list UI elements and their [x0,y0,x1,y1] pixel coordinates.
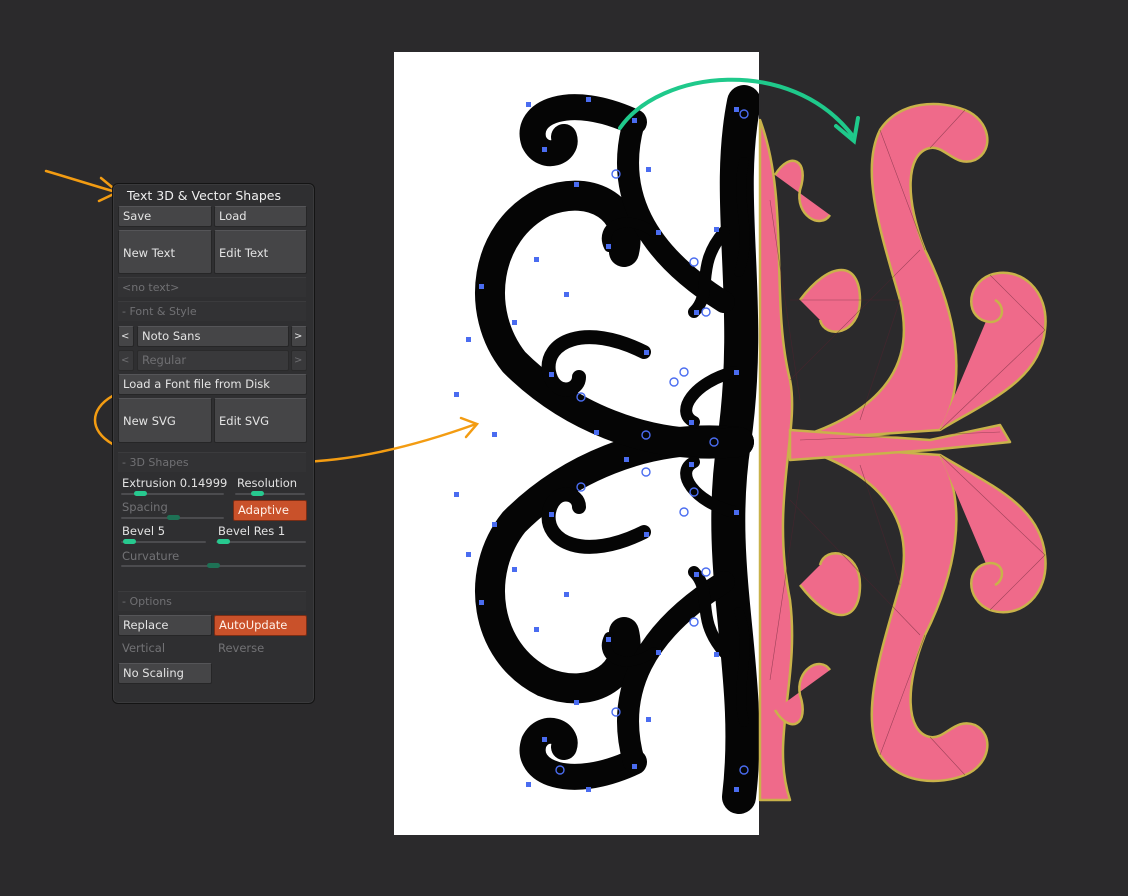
3d-shapes-header[interactable]: - 3D Shapes [118,452,306,472]
bevel-res-slider[interactable] [216,539,306,544]
font-name-field[interactable]: Noto Sans [137,326,289,347]
extrusion-label[interactable]: Extrusion 0.14999 [122,476,227,490]
new-svg-label: New SVG [123,414,176,428]
edit-svg-button[interactable]: Edit SVG [214,398,307,443]
curvature-slider[interactable] [121,563,306,568]
resolution-slider[interactable] [235,491,305,496]
resolution-knob[interactable] [251,491,264,496]
edit-svg-label: Edit SVG [219,414,270,428]
font-next-button[interactable]: > I [291,326,307,347]
bevel-slider[interactable] [121,539,206,544]
text3d-vector-shapes-panel: Text 3D & Vector Shapes Save Load New Te… [112,183,315,704]
no-text-field[interactable]: <no text> [118,277,306,297]
green-curve-arrow-icon [618,77,860,145]
no-scaling-button[interactable]: No Scaling [118,663,212,684]
spacing-label[interactable]: Spacing [122,500,168,514]
curvature-label[interactable]: Curvature [122,549,179,563]
new-text-button[interactable]: New Text [118,230,212,274]
extrusion-value: 0.14999 [179,476,228,490]
font-style-header[interactable]: - Font & Style [118,301,306,321]
spacing-slider[interactable] [121,515,224,520]
font-prev-button[interactable]: < I [118,326,134,347]
edit-text-label: Edit Text [219,246,269,260]
weight-prev-button[interactable]: < I [118,350,134,371]
bevel-res-label[interactable]: Bevel Res 1 [218,524,285,538]
font-weight-field[interactable]: Regular [137,350,289,371]
curvature-knob[interactable] [207,563,220,568]
orange-arrow-icon [44,169,121,203]
replace-button[interactable]: Replace [118,615,212,636]
panel-title: Text 3D & Vector Shapes [127,188,281,203]
bevel-res-value: 1 [277,524,286,538]
bevel-value: 5 [157,524,166,538]
vertical-toggle[interactable]: Vertical [122,641,165,655]
bevel-res-knob[interactable] [217,539,230,544]
stage: Text 3D & Vector Shapes Save Load New Te… [0,0,1128,896]
extrusion-knob[interactable] [134,491,147,496]
bevel-label[interactable]: Bevel 5 [122,524,165,538]
new-text-label: New Text [123,246,175,260]
save-button[interactable]: Save [118,206,212,227]
reverse-toggle[interactable]: Reverse [218,641,264,655]
options-header[interactable]: - Options [118,591,306,611]
weight-next-button[interactable]: > I [291,350,307,371]
load-font-button[interactable]: Load a Font file from Disk [118,374,307,395]
bevel-knob[interactable] [123,539,136,544]
resolution-label[interactable]: Resolution [237,476,297,490]
load-button[interactable]: Load [214,206,307,227]
edit-text-button[interactable]: Edit Text [214,230,307,274]
extrusion-slider[interactable] [121,491,224,496]
new-svg-button[interactable]: New SVG [118,398,212,443]
adaptive-toggle[interactable]: Adaptive [233,500,307,521]
spacing-knob[interactable] [167,515,180,520]
autoupdate-toggle[interactable]: AutoUpdate [214,615,307,636]
